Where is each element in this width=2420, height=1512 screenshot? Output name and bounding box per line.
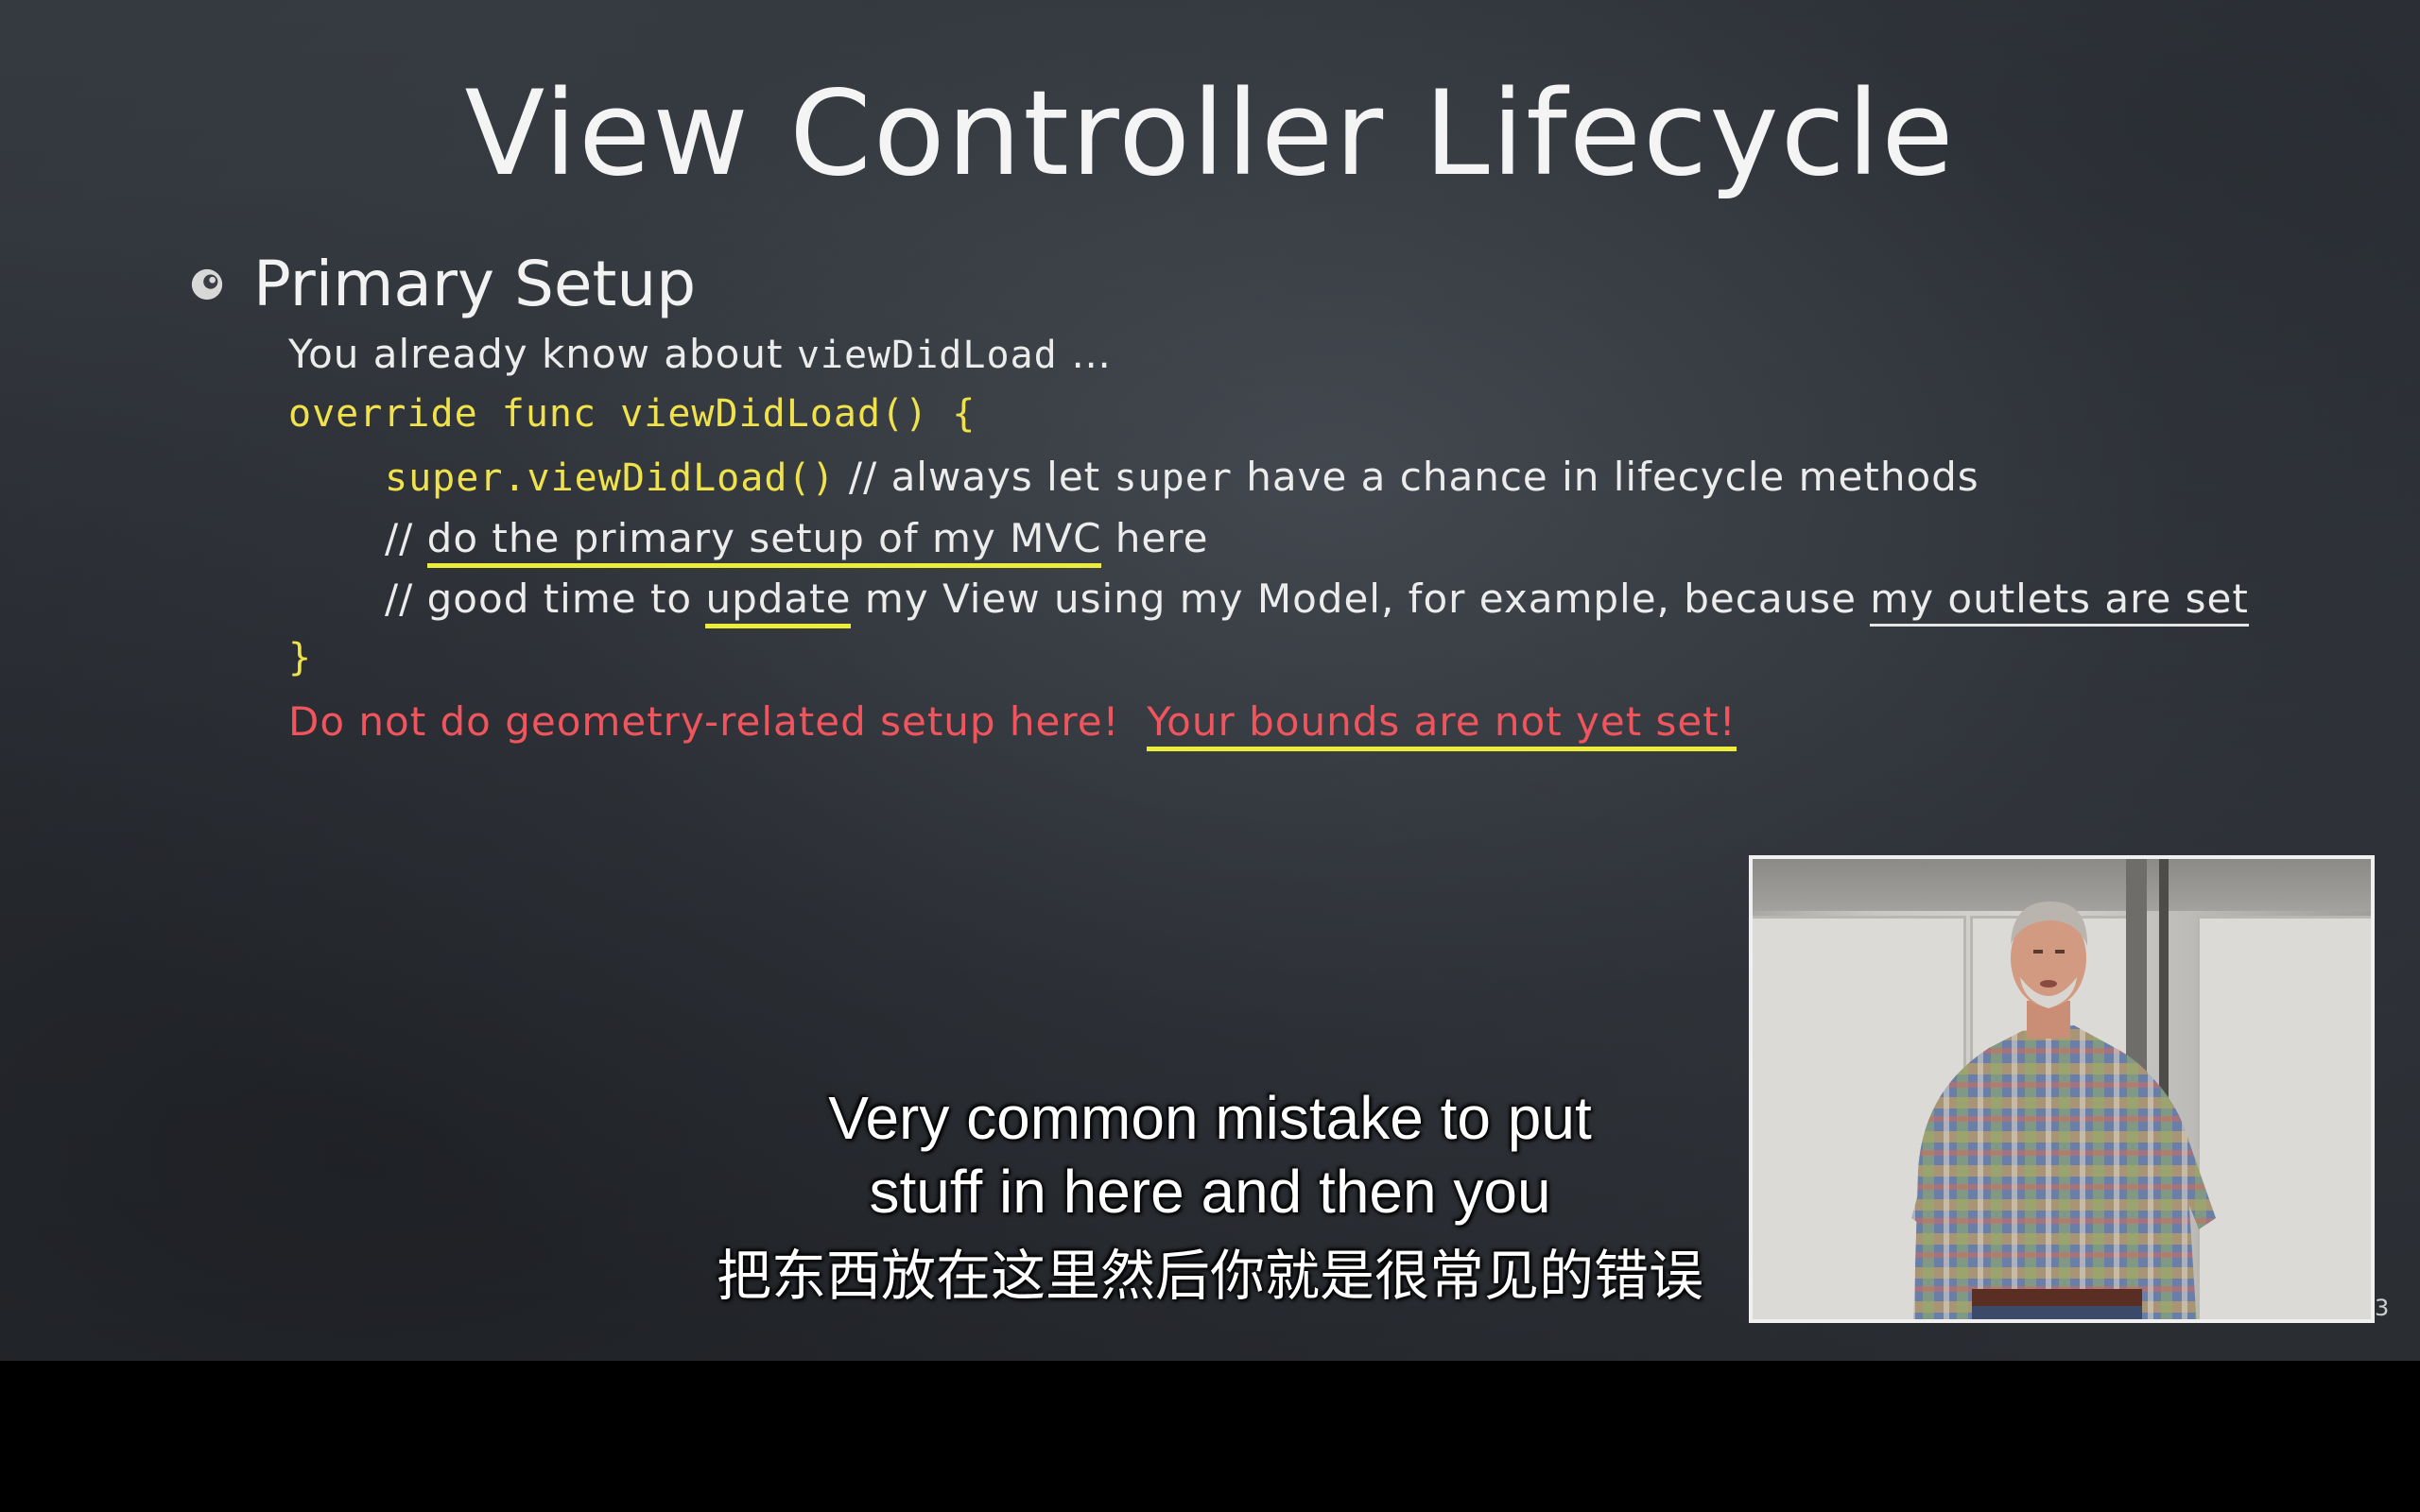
letterbox-bar <box>0 1361 2420 1512</box>
update-highlight: update <box>705 576 852 628</box>
subtitle-line-2: stuff in here and then you <box>869 1158 1551 1226</box>
super-comment-code: super <box>1114 456 1233 500</box>
code-line-override: override func viewDidLoad() { <box>288 392 977 436</box>
intro-text: You already know about <box>288 331 797 377</box>
comment-here: here <box>1101 515 1209 561</box>
code-closing-brace: } <box>288 636 313 679</box>
outlets-set-underline: my outlets are set <box>1870 576 2249 627</box>
code-line-super: super.viewDidLoad() // always let super … <box>385 454 1979 500</box>
bullet-label: Primary Setup <box>253 248 697 320</box>
subtitle-line-3-chinese: 把东西放在这里然后你就是很常见的错误 <box>716 1246 1703 1307</box>
slide-page-number: 3 <box>2375 1295 2390 1321</box>
subtitle-line-1: Very common mistake to put <box>828 1084 1592 1152</box>
good-time-text-a: // good time to <box>385 576 706 622</box>
warning-text: Do not do geometry-related setup here! <box>288 698 1148 745</box>
super-comment-b: have a chance in lifecycle methods <box>1232 454 1979 500</box>
comment-slashes: // <box>385 515 427 561</box>
comment-line-good-time: // good time to update my View using my … <box>385 576 2249 628</box>
slide-line-intro: You already know about viewDidLoad … <box>288 331 1112 377</box>
bullet-icon <box>191 268 223 300</box>
warning-line: Do not do geometry-related setup here! Y… <box>288 698 1737 751</box>
bullet-primary-setup: Primary Setup <box>189 248 696 320</box>
super-call-code: super.viewDidLoad() <box>385 456 836 500</box>
intro-ellipsis: … <box>1057 331 1113 377</box>
lecture-video-frame[interactable]: View Controller Lifecycle Primary Setup … <box>0 0 2420 1361</box>
primary-setup-highlight: do the primary setup of my MVC <box>426 515 1102 568</box>
intro-code: viewDidLoad <box>796 334 1058 377</box>
slide-title: View Controller Lifecycle <box>464 66 1956 202</box>
super-comment-a: // always let <box>835 454 1115 500</box>
bounds-warning-highlight: Your bounds are not yet set! <box>1147 698 1737 751</box>
good-time-text-b: my View using my Model, for example, bec… <box>851 576 1871 622</box>
comment-line-primary-setup: // do the primary setup of my MVC here <box>385 515 1209 568</box>
